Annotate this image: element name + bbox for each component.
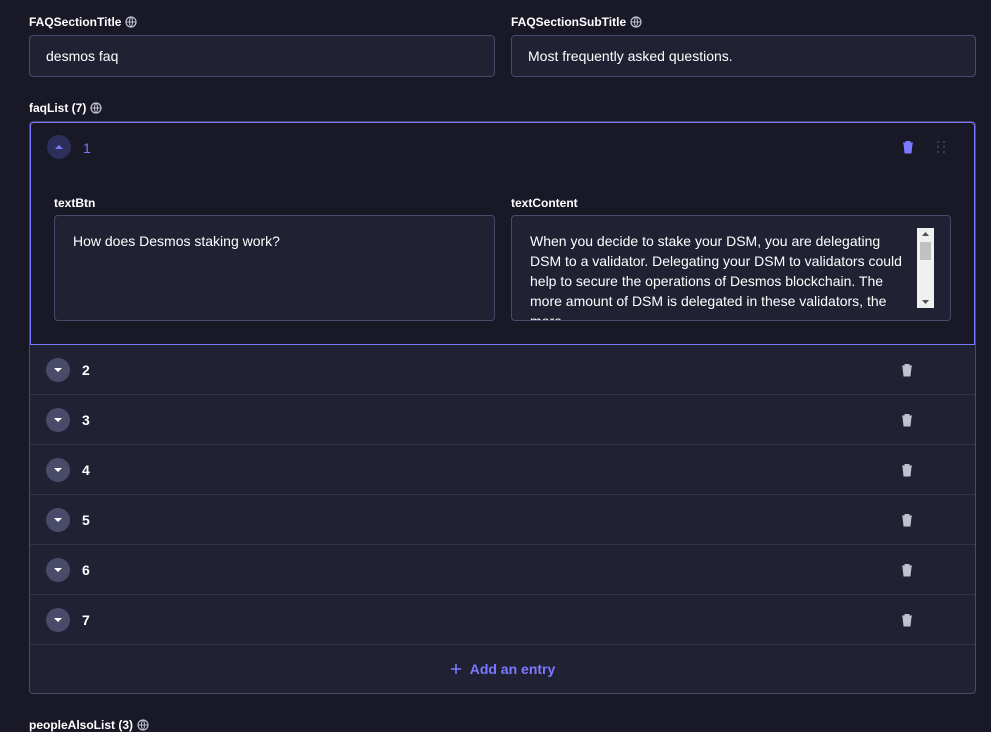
trash-icon[interactable] [900,463,914,477]
faq-section-title-label: FAQSectionTitle [29,15,138,29]
trash-icon[interactable] [900,413,914,427]
scrollbar-thumb[interactable] [920,242,931,260]
faq-item[interactable]: 5 [30,495,975,545]
people-also-list-label-text: peopleAlsoList (3) [29,718,134,732]
chevron-down-icon [54,568,62,572]
text-content-label: textContent [511,196,578,210]
plus-icon [450,664,461,674]
scroll-up-icon[interactable] [917,228,934,240]
trash-icon[interactable] [901,140,915,154]
text-btn-input[interactable]: How does Desmos staking work? [54,215,495,321]
text-content-input[interactable]: When you decide to stake your DSM, you a… [511,215,951,321]
faq-item-header[interactable]: 1 [31,123,974,171]
faq-item[interactable]: 2 [30,345,975,395]
faq-item-number: 5 [82,512,90,528]
trash-icon[interactable] [900,613,914,627]
faq-section-subtitle-value: Most frequently asked questions. [528,48,733,64]
expand-button[interactable] [46,358,70,382]
chevron-down-icon [54,618,62,622]
scroll-down-icon[interactable] [917,296,934,308]
chevron-up-icon [55,145,63,149]
faq-list: 1 textBtn How does Desmos staking work? … [29,121,976,694]
faq-item-open: 1 textBtn How does Desmos staking work? … [30,122,975,345]
people-also-list-label: peopleAlsoList (3) [29,718,149,732]
chevron-down-icon [54,368,62,372]
text-btn-label: textBtn [54,196,96,210]
faq-item-number: 6 [82,562,90,578]
chevron-down-icon [54,468,62,472]
faq-item[interactable]: 6 [30,545,975,595]
faq-section-subtitle-label-text: FAQSectionSubTitle [511,15,627,29]
add-entry-label: Add an entry [469,661,556,677]
globe-icon [630,16,642,28]
faq-item[interactable]: 4 [30,445,975,495]
expand-button[interactable] [46,558,70,582]
faq-item-number: 7 [82,612,90,628]
expand-button[interactable] [46,408,70,432]
chevron-down-icon [54,518,62,522]
globe-icon [90,102,102,114]
globe-icon [137,719,149,731]
add-entry-button[interactable]: Add an entry [30,644,975,693]
faq-section-subtitle-label: FAQSectionSubTitle [511,15,642,29]
chevron-down-icon [54,418,62,422]
faq-section-title-input[interactable]: desmos faq [29,35,495,77]
trash-icon[interactable] [900,513,914,527]
globe-icon [125,16,138,28]
text-btn-value: How does Desmos staking work? [73,233,280,249]
faq-section-subtitle-input[interactable]: Most frequently asked questions. [511,35,976,77]
faq-item-number: 2 [82,362,90,378]
expand-button[interactable] [46,458,70,482]
expand-button[interactable] [46,508,70,532]
faq-item-number: 4 [82,462,90,478]
trash-icon[interactable] [900,363,914,377]
faq-item-number: 1 [83,140,91,156]
faq-section-title-value: desmos faq [46,48,119,64]
faq-item[interactable]: 3 [30,395,975,445]
text-content-scrollbar[interactable] [917,228,934,308]
faq-item[interactable]: 7 [30,595,975,645]
faq-item-number: 3 [82,412,90,428]
collapse-button[interactable] [47,135,71,159]
drag-icon[interactable] [936,140,946,154]
expand-button[interactable] [46,608,70,632]
faq-list-label-text: faqList (7) [29,101,87,115]
faq-section-title-label-text: FAQSectionTitle [29,15,122,29]
faq-list-label: faqList (7) [29,101,102,115]
text-content-value: When you decide to stake your DSM, you a… [530,233,902,321]
trash-icon[interactable] [900,563,914,577]
